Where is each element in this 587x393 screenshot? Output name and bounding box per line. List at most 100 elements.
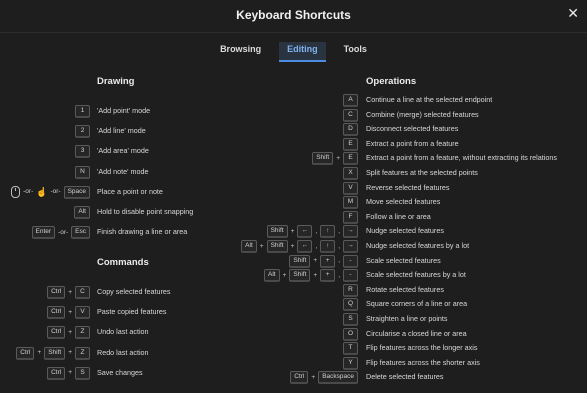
key-separator: , xyxy=(338,227,340,235)
section-heading-operations: Operations xyxy=(366,76,417,87)
shortcut-description: Extract a point from a feature, without … xyxy=(366,153,557,163)
shortcut-description: Rotate selected features xyxy=(366,284,444,294)
shortcut-description: Delete selected features xyxy=(366,372,444,382)
key-cap: - xyxy=(343,269,358,283)
operations-row: V Reverse selected features xyxy=(0,181,587,195)
key-cap: Ctrl xyxy=(290,371,309,385)
shortcut-description: Scale selected features xyxy=(366,255,441,265)
shortcut-description: Scale selected features by a lot xyxy=(366,270,466,280)
key-cap: S xyxy=(343,313,358,326)
shortcut-description: Combine (merge) selected features xyxy=(366,109,479,119)
key-combo: O xyxy=(343,327,358,341)
key-cap: Shift xyxy=(289,269,311,283)
key-combo: F xyxy=(343,210,358,224)
key-cap: - xyxy=(343,254,358,268)
tab-bar: Browsing Editing Tools xyxy=(0,42,587,62)
key-cap: D xyxy=(343,123,358,137)
key-combo: Q xyxy=(343,298,358,312)
close-icon[interactable]: ✕ xyxy=(567,6,579,20)
header-divider xyxy=(0,32,587,33)
key-cap: ← xyxy=(297,240,313,253)
key-combo: Alt + Shift + ←, ↑, → xyxy=(241,240,358,253)
operations-row: S Straighten a line or points xyxy=(0,313,587,326)
key-cap: Shift xyxy=(289,254,311,268)
key-separator: + xyxy=(313,271,318,279)
shortcut-description: Circularise a closed line or area xyxy=(366,328,467,338)
key-combo: E xyxy=(343,137,358,151)
key-separator: + xyxy=(259,242,264,250)
key-cap: F xyxy=(343,210,358,224)
operations-row: Q Square corners of a line or area xyxy=(0,298,587,312)
shortcut-description: Flip features across the longer axis xyxy=(366,343,478,353)
operations-row: X Split features at the selected points xyxy=(0,167,587,180)
key-cap: Q xyxy=(343,298,358,312)
operations-row: O Circularise a closed line or area xyxy=(0,327,587,341)
operations-row: E Extract a point from a feature xyxy=(0,137,587,151)
key-cap: M xyxy=(343,196,358,210)
key-combo: V xyxy=(343,181,358,195)
key-separator: , xyxy=(338,257,340,265)
operations-row: A Continue a line at the selected endpoin… xyxy=(0,94,587,107)
key-combo: Ctrl + Backspace xyxy=(290,371,358,385)
operations-row: C Combine (merge) selected features xyxy=(0,108,587,122)
key-separator: + xyxy=(290,242,295,250)
key-cap: A xyxy=(343,94,358,107)
key-cap: Alt xyxy=(241,240,257,253)
operations-row: Shift + ←, ↑, → Nudge selected features xyxy=(0,225,587,239)
key-combo: S xyxy=(343,313,358,326)
key-cap: E xyxy=(343,152,358,166)
key-cap: R xyxy=(343,283,358,297)
key-cap: → xyxy=(343,240,358,253)
key-combo: Shift + ←, ↑, → xyxy=(266,225,358,239)
operations-row: Shift + E Extract a point from a feature, w… xyxy=(0,152,587,166)
shortcut-description: Move selected features xyxy=(366,197,441,207)
key-cap: Shift xyxy=(266,225,288,239)
key-combo: C xyxy=(343,108,358,122)
key-separator: , xyxy=(315,227,318,235)
shortcut-description: Continue a line at the selected endpoint xyxy=(366,95,493,104)
key-combo: R xyxy=(343,283,358,297)
key-cap: T xyxy=(343,342,358,356)
shortcut-description: Reverse selected features xyxy=(366,182,450,192)
key-separator: + xyxy=(311,373,316,381)
key-combo: X xyxy=(343,167,358,180)
key-cap: + xyxy=(320,269,336,283)
key-separator: , xyxy=(338,271,340,279)
tab-tools[interactable]: Tools xyxy=(336,42,375,62)
dialog-title: Keyboard Shortcuts xyxy=(236,8,351,22)
operations-row: Alt + Shift + +, - Scale selected features by … xyxy=(0,269,587,283)
key-cap: E xyxy=(343,137,358,151)
key-cap: Y xyxy=(343,356,358,370)
key-cap: ↑ xyxy=(320,240,336,253)
shortcut-description: Nudge selected features by a lot xyxy=(366,241,470,250)
operations-row: T Flip features across the longer axis xyxy=(0,342,587,356)
key-combo: Shift + +, - xyxy=(289,254,358,268)
key-separator: , xyxy=(315,242,318,250)
key-cap: Backspace xyxy=(318,371,358,385)
key-cap: ↑ xyxy=(320,225,336,239)
shortcut-description: Nudge selected features xyxy=(366,226,444,236)
operations-row: Y Flip features across the shorter axis xyxy=(0,356,587,370)
key-combo: D xyxy=(343,123,358,137)
tab-browsing[interactable]: Browsing xyxy=(212,42,269,62)
key-cap: V xyxy=(343,181,358,195)
key-cap: + xyxy=(320,254,336,268)
operations-row: R Rotate selected features xyxy=(0,283,587,297)
tab-editing[interactable]: Editing xyxy=(279,42,326,62)
operations-row: Alt + Shift + ←, ↑, → Nudge selected features b… xyxy=(0,240,587,253)
key-combo: A xyxy=(343,94,358,107)
operations-row: M Move selected features xyxy=(0,196,587,210)
operations-row: Shift + +, - Scale selected features xyxy=(0,254,587,268)
shortcut-description: Disconnect selected features xyxy=(366,124,459,134)
key-cap: Alt xyxy=(263,269,280,283)
section-heading-drawing: Drawing xyxy=(97,76,135,87)
key-separator: + xyxy=(336,154,340,162)
key-cap: O xyxy=(343,327,358,341)
operations-row: F Follow a line or area xyxy=(0,210,587,224)
key-separator: + xyxy=(313,257,318,265)
shortcut-description: Split features at the selected points xyxy=(366,168,478,177)
key-cap: C xyxy=(343,108,358,122)
key-combo: T xyxy=(343,342,358,356)
shortcut-description: Square corners of a line or area xyxy=(366,299,468,309)
key-separator: + xyxy=(290,227,295,235)
